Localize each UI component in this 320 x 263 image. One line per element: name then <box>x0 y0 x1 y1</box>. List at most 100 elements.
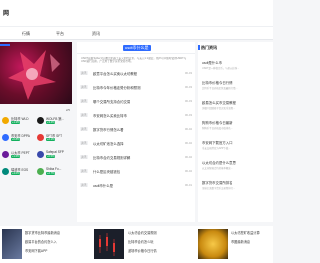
section-accent-bar <box>198 45 200 50</box>
article-row[interactable]: 资讯 哪个交易所支持合约交易 06-03 <box>80 98 192 108</box>
coin-change-badge: +3.4% <box>46 121 56 124</box>
coin-item[interactable]: 比特币 WLD +1.2% <box>2 116 36 132</box>
coin-icon <box>37 168 44 175</box>
coin-item[interactable]: 以太币 PEPT +1.6% <box>2 150 36 166</box>
coin-change-badge: +2.7% <box>46 172 56 175</box>
coin-change-badge: +1.2% <box>11 121 21 124</box>
coin-item[interactable]: Shiba Fo... +2.7% <box>37 167 71 183</box>
sidebar-item-desc: 详细介绍欧易平台买卖币流程... <box>202 107 236 110</box>
sidebar-item-desc: 以太坊智能合约的基本概念... <box>202 167 233 170</box>
article-tag: 资讯 <box>80 71 88 75</box>
site-logo[interactable]: 网 <box>3 8 9 17</box>
main-header: usdt币什么是 <box>77 42 195 54</box>
sidebar-item[interactable]: 比特币价格今日行情 比特币今日价格走势及最新行情... <box>202 80 270 90</box>
sidebar-item-title[interactable]: 狗狗币价格今日最新 <box>202 120 270 125</box>
banner-page-indicator: 2/5 <box>65 108 70 112</box>
article-title[interactable]: 币安网怎么买卖比特币 <box>93 113 127 118</box>
article-time: 06-02 <box>184 155 192 159</box>
main-description: USDT是由Tether公司推出的基于美元的稳定币，与美元1:1锚定，用户可以随… <box>81 57 187 64</box>
bottom-article-link[interactable]: 以太坊挖矿收益计算 <box>231 230 260 235</box>
article-title[interactable]: 哪个交易所支持合约交易 <box>93 99 130 104</box>
bottom-article-link[interactable]: 数字货币比特币最新消息 <box>25 230 60 235</box>
sidebar-item-desc: 全球主流数字货币交易所排行... <box>202 187 236 190</box>
article-time: 06-01 <box>184 183 192 187</box>
sidebar-item[interactable]: 币安网下载官方入口 币安交易所官方APP下载... <box>202 140 270 150</box>
coin-change-badge: +0.5% <box>46 155 56 158</box>
sidebar-item[interactable]: 欧易怎么买币交易教程 详细介绍欧易平台买卖币流程... <box>202 100 270 110</box>
coin-icon <box>37 117 44 124</box>
coin-icon <box>37 151 44 158</box>
left-column: 2/5 比特币 WLD +1.2% WOLFB 狼... +3.4% 币安币 D… <box>0 42 72 222</box>
candlestick-icon <box>99 233 115 256</box>
article-time: 06-02 <box>184 127 192 131</box>
bottom-article-link[interactable]: 欧易平台的合约怎么入 <box>25 239 57 244</box>
article-title[interactable]: 什么是区块链钱包 <box>93 169 120 174</box>
nav-item-market[interactable]: 行情 <box>22 31 30 37</box>
bottom-section: 数字货币比特币最新消息 欧易平台的合约怎么入 币安网下载APP 以太坊合约交易规… <box>0 226 273 263</box>
article-title[interactable]: usdt币什么是 <box>93 183 113 188</box>
sidebar-item-title[interactable]: usdt是什么币 <box>202 60 270 65</box>
article-tag: 资讯 <box>80 169 88 173</box>
sidebar-item[interactable]: usdt是什么币 USDT是一种稳定币，与美元挂钩... <box>202 60 270 70</box>
coin-icon <box>2 134 9 141</box>
article-title[interactable]: 欧意平台怎么买卖以太坊教程 <box>93 71 137 76</box>
article-row[interactable]: 资讯 币安网怎么买卖比特币 06-03 <box>80 112 192 122</box>
article-row[interactable]: 资讯 usdt币什么是 06-01 <box>80 182 192 192</box>
coin-item[interactable]: 瑞波币 EOS +4.0% <box>2 167 36 183</box>
article-title[interactable]: 数字货币行情怎么看 <box>93 127 124 132</box>
article-title[interactable]: 以太坊矿池怎么选择 <box>93 141 124 146</box>
bottom-article-link[interactable]: 比特币合约怎么玩 <box>128 239 154 244</box>
sidebar-item-title[interactable]: 币安网下载官方入口 <box>202 140 270 145</box>
article-row[interactable]: 资讯 数字货币行情怎么看 06-02 <box>80 126 192 136</box>
article-tag: 资讯 <box>80 183 88 187</box>
coin-change-badge: +2.1% <box>46 138 56 141</box>
main-article-list: usdt币什么是 USDT是由Tether公司推出的基于美元的稳定币，与美元1:… <box>77 42 195 222</box>
article-row[interactable]: 资讯 比特币合约交易规则详解 06-02 <box>80 154 192 164</box>
sidebar-header: 热门资讯 <box>201 45 217 50</box>
sidebar-item[interactable]: 狗狗币价格今日最新 狗狗币今日价格及市值排名... <box>202 120 270 130</box>
sidebar-item[interactable]: 数字货币交易所排名 全球主流数字货币交易所排行... <box>202 180 270 190</box>
bitcoin-thumbnail[interactable] <box>198 229 228 259</box>
coin-icon <box>2 168 9 175</box>
sidebar-item-desc: USDT是一种稳定币，与美元挂钩... <box>202 67 240 70</box>
article-title[interactable]: 比特币今年价格走势分析和预测 <box>93 85 140 90</box>
nav-item-platform[interactable]: 平台 <box>56 31 64 37</box>
article-row[interactable]: 资讯 欧意平台怎么买卖以太坊教程 06-03 <box>80 70 192 80</box>
article-time: 06-02 <box>184 169 192 173</box>
banner-image[interactable] <box>0 42 72 104</box>
chart-thumbnail[interactable] <box>94 229 124 259</box>
bottom-article-link[interactable]: 币安网下载APP <box>25 248 47 253</box>
article-tag: 资讯 <box>80 99 88 103</box>
nav-item-news[interactable]: 资讯 <box>92 31 100 37</box>
sidebar-item[interactable]: 以太坊合约是什么意思 以太坊智能合约的基本概念... <box>202 160 270 170</box>
top-header: 网 <box>0 0 273 26</box>
sidebar-item-title[interactable]: 以太坊合约是什么意思 <box>202 160 270 165</box>
coin-item[interactable]: 币安币 DPPA +0.8% <box>2 133 36 149</box>
article-row[interactable]: 资讯 以太坊矿池怎么选择 06-02 <box>80 140 192 150</box>
main-title[interactable]: usdt币什么是 <box>123 45 151 51</box>
thumbnail-image[interactable] <box>2 229 22 259</box>
sidebar-item-title[interactable]: 比特币价格今日行情 <box>202 80 270 85</box>
coin-icon <box>2 151 9 158</box>
bottom-article-link[interactable]: 币圈最新消息 <box>231 239 250 244</box>
sidebar-item-title[interactable]: 欧易怎么买币交易教程 <box>202 100 270 105</box>
article-title[interactable]: 比特币合约交易规则详解 <box>93 155 130 160</box>
coin-item[interactable]: Safepal SFP +0.5% <box>37 150 71 166</box>
sidebar-item-desc: 比特币今日价格走势及最新行情... <box>202 87 238 90</box>
coin-item[interactable]: WOLFB 狼... +3.4% <box>37 116 71 132</box>
bottom-article-link[interactable]: 以太坊合约交易规则 <box>128 230 157 235</box>
article-time: 06-03 <box>184 85 192 89</box>
article-tag: 资讯 <box>80 127 88 131</box>
article-tag: 资讯 <box>80 85 88 89</box>
article-time: 06-02 <box>184 141 192 145</box>
sidebar-item-title[interactable]: 数字货币交易所排名 <box>202 180 270 185</box>
bottom-article-link[interactable]: 波场币价格今日行情 <box>128 248 157 253</box>
coin-icon <box>2 117 9 124</box>
coin-item[interactable]: SFT币 SFT +2.1% <box>37 133 71 149</box>
coin-change-badge: +4.0% <box>11 172 21 175</box>
coin-icon <box>37 134 44 141</box>
coin-change-badge: +0.8% <box>11 138 21 141</box>
article-row[interactable]: 资讯 什么是区块链钱包 06-02 <box>80 168 192 178</box>
sidebar-item-desc: 狗狗币今日价格及市值排名... <box>202 127 233 130</box>
article-row[interactable]: 资讯 比特币今年价格走势分析和预测 06-03 <box>80 84 192 94</box>
